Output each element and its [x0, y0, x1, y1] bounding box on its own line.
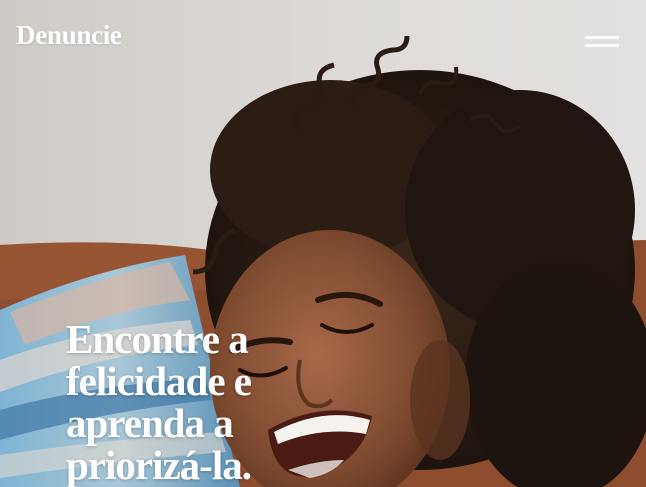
hero-heading-line: Encontre a — [66, 316, 249, 362]
menu-bar — [585, 36, 619, 39]
hero-heading-line: priorizá-la. — [66, 442, 252, 487]
site-header: Denuncie — [0, 0, 646, 80]
hero-heading-line: felicidade e — [66, 358, 252, 404]
brand-logo[interactable]: Denuncie — [16, 20, 122, 51]
menu-bar — [585, 44, 619, 47]
landing-page: Denuncie Encontre a felicidade e aprenda… — [0, 0, 646, 487]
hero-heading: Encontre a felicidade e aprenda a priori… — [66, 318, 396, 486]
hero-heading-line: aprenda a — [66, 400, 234, 446]
menu-button[interactable] — [583, 32, 621, 52]
